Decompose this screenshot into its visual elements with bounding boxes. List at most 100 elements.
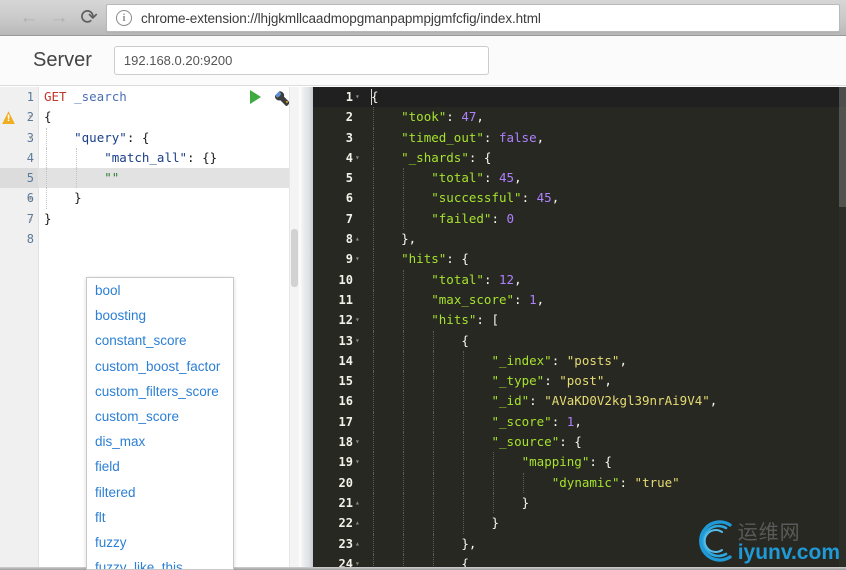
line-code: "query": { bbox=[74, 129, 150, 145]
response-line[interactable]: 18 ▾ "_source": { bbox=[313, 432, 846, 453]
autocomplete-item[interactable]: constant_score bbox=[87, 328, 233, 353]
line-code: "_index": "posts", bbox=[491, 352, 628, 368]
autocomplete-item[interactable]: field bbox=[87, 454, 233, 479]
line-code: "hits": { bbox=[401, 251, 469, 267]
server-input[interactable] bbox=[113, 46, 489, 75]
response-line[interactable]: 12 ▾ "hits": [ bbox=[313, 310, 846, 331]
fold-toggle-icon[interactable]: ▾ bbox=[355, 331, 360, 351]
response-line[interactable]: 15 "_type": "post", bbox=[313, 371, 846, 392]
line-number: 17 bbox=[338, 414, 353, 429]
request-line[interactable]: ✕5 "" bbox=[0, 168, 299, 189]
request-line[interactable]: 4 "match_all": {} bbox=[0, 147, 299, 169]
request-line[interactable]: ! 2 ▾{ bbox=[0, 107, 299, 127]
fold-toggle-icon[interactable]: ▴ bbox=[28, 188, 33, 208]
response-line[interactable]: 4 ▾ "_shards": { bbox=[313, 147, 846, 169]
response-line[interactable]: 22 ▴ } bbox=[313, 513, 846, 534]
fold-toggle-icon[interactable]: ▾ bbox=[355, 148, 360, 168]
fold-toggle-icon[interactable]: ▾ bbox=[355, 452, 360, 472]
line-code: "_score": 1, bbox=[491, 413, 582, 429]
autocomplete-popup[interactable]: bool boosting constant_score custom_boost_f… bbox=[86, 277, 234, 570]
line-code: "_source": { bbox=[491, 434, 582, 450]
editor-panes: 1 GET _search! 2 ▾{3 ▾ "query": {4 "match_al… bbox=[0, 87, 846, 570]
line-code: }, bbox=[461, 535, 477, 551]
line-number: 2 bbox=[345, 110, 353, 125]
line-number: 21 bbox=[338, 495, 353, 510]
fold-toggle-icon[interactable]: ▾ bbox=[355, 432, 360, 452]
autocomplete-item[interactable]: fuzzy bbox=[87, 530, 233, 555]
fold-toggle-icon[interactable]: ▾ bbox=[355, 249, 360, 269]
fold-toggle-icon[interactable]: ▾ bbox=[28, 107, 33, 127]
fold-toggle-icon[interactable]: ▴ bbox=[28, 209, 33, 229]
request-lines: 1 GET _search! 2 ▾{3 ▾ "query": {4 "match_al… bbox=[0, 87, 299, 249]
request-line[interactable]: 6 ▴ } bbox=[0, 188, 299, 209]
autocomplete-item[interactable]: dis_max bbox=[87, 429, 233, 454]
request-editor[interactable]: 1 GET _search! 2 ▾{3 ▾ "query": {4 "match_al… bbox=[0, 87, 299, 570]
response-line[interactable]: 13 ▾ { bbox=[313, 330, 846, 351]
response-editor[interactable]: 1 ▾{2 "took": 47, 3 "timed_out": false, 4 ▾ … bbox=[313, 87, 846, 570]
response-line[interactable]: 23 ▴ }, bbox=[313, 533, 846, 554]
response-line[interactable]: 10 "total": 12, bbox=[313, 269, 846, 290]
response-line[interactable]: 1 ▾ { bbox=[313, 87, 846, 108]
fold-toggle-icon[interactable]: ▾ bbox=[355, 310, 360, 330]
line-number: 8 bbox=[345, 232, 353, 247]
response-line[interactable]: 19 ▾ "mapping": { bbox=[313, 452, 846, 473]
request-scrollbar-vertical[interactable] bbox=[289, 87, 299, 570]
pane-divider[interactable] bbox=[299, 87, 313, 570]
address-bar-url: chrome-extension://lhjgkmllcaadmopgmanpa… bbox=[141, 10, 541, 26]
response-line[interactable]: 16 "_id": "AVaKD0V2kgl39nrAi9V4", bbox=[313, 391, 846, 412]
response-line[interactable]: 20 "dynamic": "true" bbox=[313, 472, 846, 493]
line-number: 12 bbox=[338, 313, 353, 328]
line-number: 22 bbox=[338, 516, 353, 531]
response-line[interactable]: 21 ▴ } bbox=[313, 492, 846, 514]
fold-toggle-icon[interactable]: ▴ bbox=[355, 534, 360, 554]
fold-toggle-icon[interactable]: ▴ bbox=[355, 229, 360, 249]
line-code: "dynamic": "true" bbox=[551, 474, 680, 490]
run-query-button[interactable] bbox=[250, 90, 261, 104]
back-icon[interactable]: ← bbox=[14, 3, 44, 33]
line-number: 6 bbox=[345, 191, 353, 206]
response-line[interactable]: 11 "max_score": 1, bbox=[313, 289, 846, 311]
response-line[interactable]: 2 "took": 47, bbox=[313, 107, 846, 128]
autocomplete-list: bool boosting constant_score custom_boost_f… bbox=[87, 278, 233, 569]
response-line[interactable]: 14 "_index": "posts", bbox=[313, 350, 846, 372]
fold-toggle-icon[interactable]: ▾ bbox=[28, 128, 33, 148]
response-line[interactable]: 7 "failed": 0 bbox=[313, 208, 846, 230]
response-line[interactable]: 17 "_score": 1, bbox=[313, 411, 846, 433]
request-line[interactable]: 8 bbox=[0, 229, 299, 249]
request-scrollbar-thumb[interactable] bbox=[291, 229, 298, 287]
line-number: 5 bbox=[345, 171, 353, 186]
response-line[interactable]: 6 "successful": 45, bbox=[313, 188, 846, 209]
line-code: } bbox=[44, 210, 52, 226]
response-scrollbar-thumb[interactable] bbox=[839, 87, 846, 207]
line-number: 16 bbox=[338, 394, 353, 409]
fold-toggle-icon[interactable]: ▴ bbox=[355, 493, 360, 513]
response-line[interactable]: 5 "total": 45, bbox=[313, 168, 846, 189]
autocomplete-item[interactable]: boosting bbox=[87, 303, 233, 328]
line-number: 23 bbox=[338, 536, 353, 551]
autocomplete-item[interactable]: custom_boost_factor bbox=[87, 354, 233, 379]
request-line[interactable]: 3 ▾ "query": { bbox=[0, 127, 299, 148]
reload-icon[interactable]: ⟳ bbox=[74, 3, 104, 33]
autocomplete-item[interactable]: custom_score bbox=[87, 404, 233, 429]
forward-icon[interactable]: → bbox=[44, 3, 74, 33]
line-code: "max_score": 1, bbox=[431, 291, 545, 307]
autocomplete-item[interactable]: bool bbox=[87, 278, 233, 303]
autocomplete-item[interactable]: custom_filters_score bbox=[87, 379, 233, 404]
fold-toggle-icon[interactable]: ▴ bbox=[355, 513, 360, 533]
line-code: "total": 12, bbox=[431, 271, 522, 287]
response-scrollbar-vertical[interactable] bbox=[839, 87, 846, 570]
response-line[interactable]: 9 ▾ "hits": { bbox=[313, 249, 846, 270]
fold-toggle-icon[interactable]: ▾ bbox=[355, 87, 360, 107]
response-line[interactable]: 8 ▴ }, bbox=[313, 229, 846, 250]
autocomplete-item[interactable]: flt bbox=[87, 505, 233, 530]
line-number: 13 bbox=[338, 333, 353, 348]
request-line[interactable]: 7 ▴} bbox=[0, 209, 299, 229]
page-info-icon[interactable]: i bbox=[116, 10, 132, 26]
line-number: 11 bbox=[338, 292, 353, 307]
line-number: 19 bbox=[338, 455, 353, 470]
response-line[interactable]: 3 "timed_out": false, bbox=[313, 127, 846, 148]
line-number: 20 bbox=[338, 475, 353, 490]
autocomplete-item[interactable]: fuzzy_like_this bbox=[87, 555, 233, 569]
address-bar[interactable]: i chrome-extension://lhjgkmllcaadmopgman… bbox=[106, 4, 840, 32]
autocomplete-item[interactable]: filtered bbox=[87, 480, 233, 505]
